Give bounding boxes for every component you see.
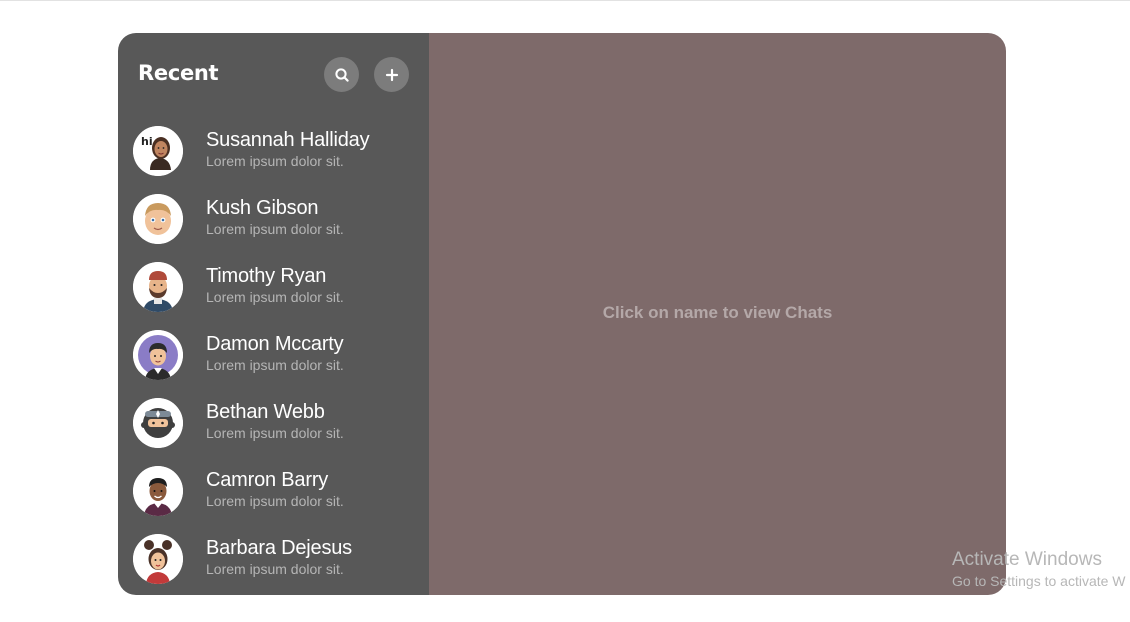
contact-preview: Lorem ipsum dolor sit. [206,493,344,509]
contact-name: Camron Barry [206,469,329,491]
chat-pane: Click on name to view Chats [429,33,1006,595]
search-icon [334,67,349,82]
avatar-blond-man [133,194,183,244]
watermark-subtitle: Go to Settings to activate W [952,573,1126,589]
contact-list: hi Susannah Halliday Lorem ipsum dolor s… [133,126,429,595]
contact-preview: Lorem ipsum dolor sit. [206,357,344,373]
contact-item-kush-gibson[interactable]: Kush Gibson Lorem ipsum dolor sit. [133,194,429,262]
top-divider [0,0,1130,1]
contact-item-camron-barry[interactable]: Camron Barry Lorem ipsum dolor sit. [133,466,429,534]
contact-item-barbara-dejesus[interactable]: Barbara Dejesus Lorem ipsum dolor sit. [133,534,429,595]
chat-placeholder: Click on name to view Chats [602,303,833,322]
contact-name: Barbara Dejesus [206,537,352,559]
contact-preview: Lorem ipsum dolor sit. [206,221,344,237]
contact-name: Timothy Ryan [206,265,327,287]
plus-icon [385,68,398,81]
contact-name: Susannah Halliday [206,129,370,151]
contact-preview: Lorem ipsum dolor sit. [206,153,344,169]
sidebar-header: Recent [138,57,409,92]
sidebar-title: Recent [138,61,219,85]
chat-app: Recent hi Susannah Halliday Lorem ipsum … [118,33,1006,595]
contact-item-timothy-ryan[interactable]: Timothy Ryan Lorem ipsum dolor sit. [133,262,429,330]
add-chat-button[interactable] [374,57,409,92]
contact-item-susannah-halliday[interactable]: hi Susannah Halliday Lorem ipsum dolor s… [133,126,429,194]
activate-windows-watermark: Activate Windows Go to Settings to activ… [952,549,1126,589]
avatar-hi-woman: hi [133,126,183,176]
search-button[interactable] [324,57,359,92]
contact-item-damon-mccarty[interactable]: Damon Mccarty Lorem ipsum dolor sit. [133,330,429,398]
contact-name: Kush Gibson [206,197,319,219]
contact-preview: Lorem ipsum dolor sit. [206,425,344,441]
sidebar: Recent hi Susannah Halliday Lorem ipsum … [118,33,429,595]
avatar-bearded-man [133,262,183,312]
contact-item-bethan-webb[interactable]: Bethan Webb Lorem ipsum dolor sit. [133,398,429,466]
avatar-purple-man [133,330,183,380]
avatar-bun-woman [133,534,183,584]
contact-name: Damon Mccarty [206,333,344,355]
avatar-ninja [133,398,183,448]
watermark-title: Activate Windows [952,549,1102,570]
contact-name: Bethan Webb [206,401,325,423]
svg-text:hi: hi [141,135,153,148]
contact-preview: Lorem ipsum dolor sit. [206,289,344,305]
avatar-dark-man [133,466,183,516]
contact-preview: Lorem ipsum dolor sit. [206,561,344,577]
